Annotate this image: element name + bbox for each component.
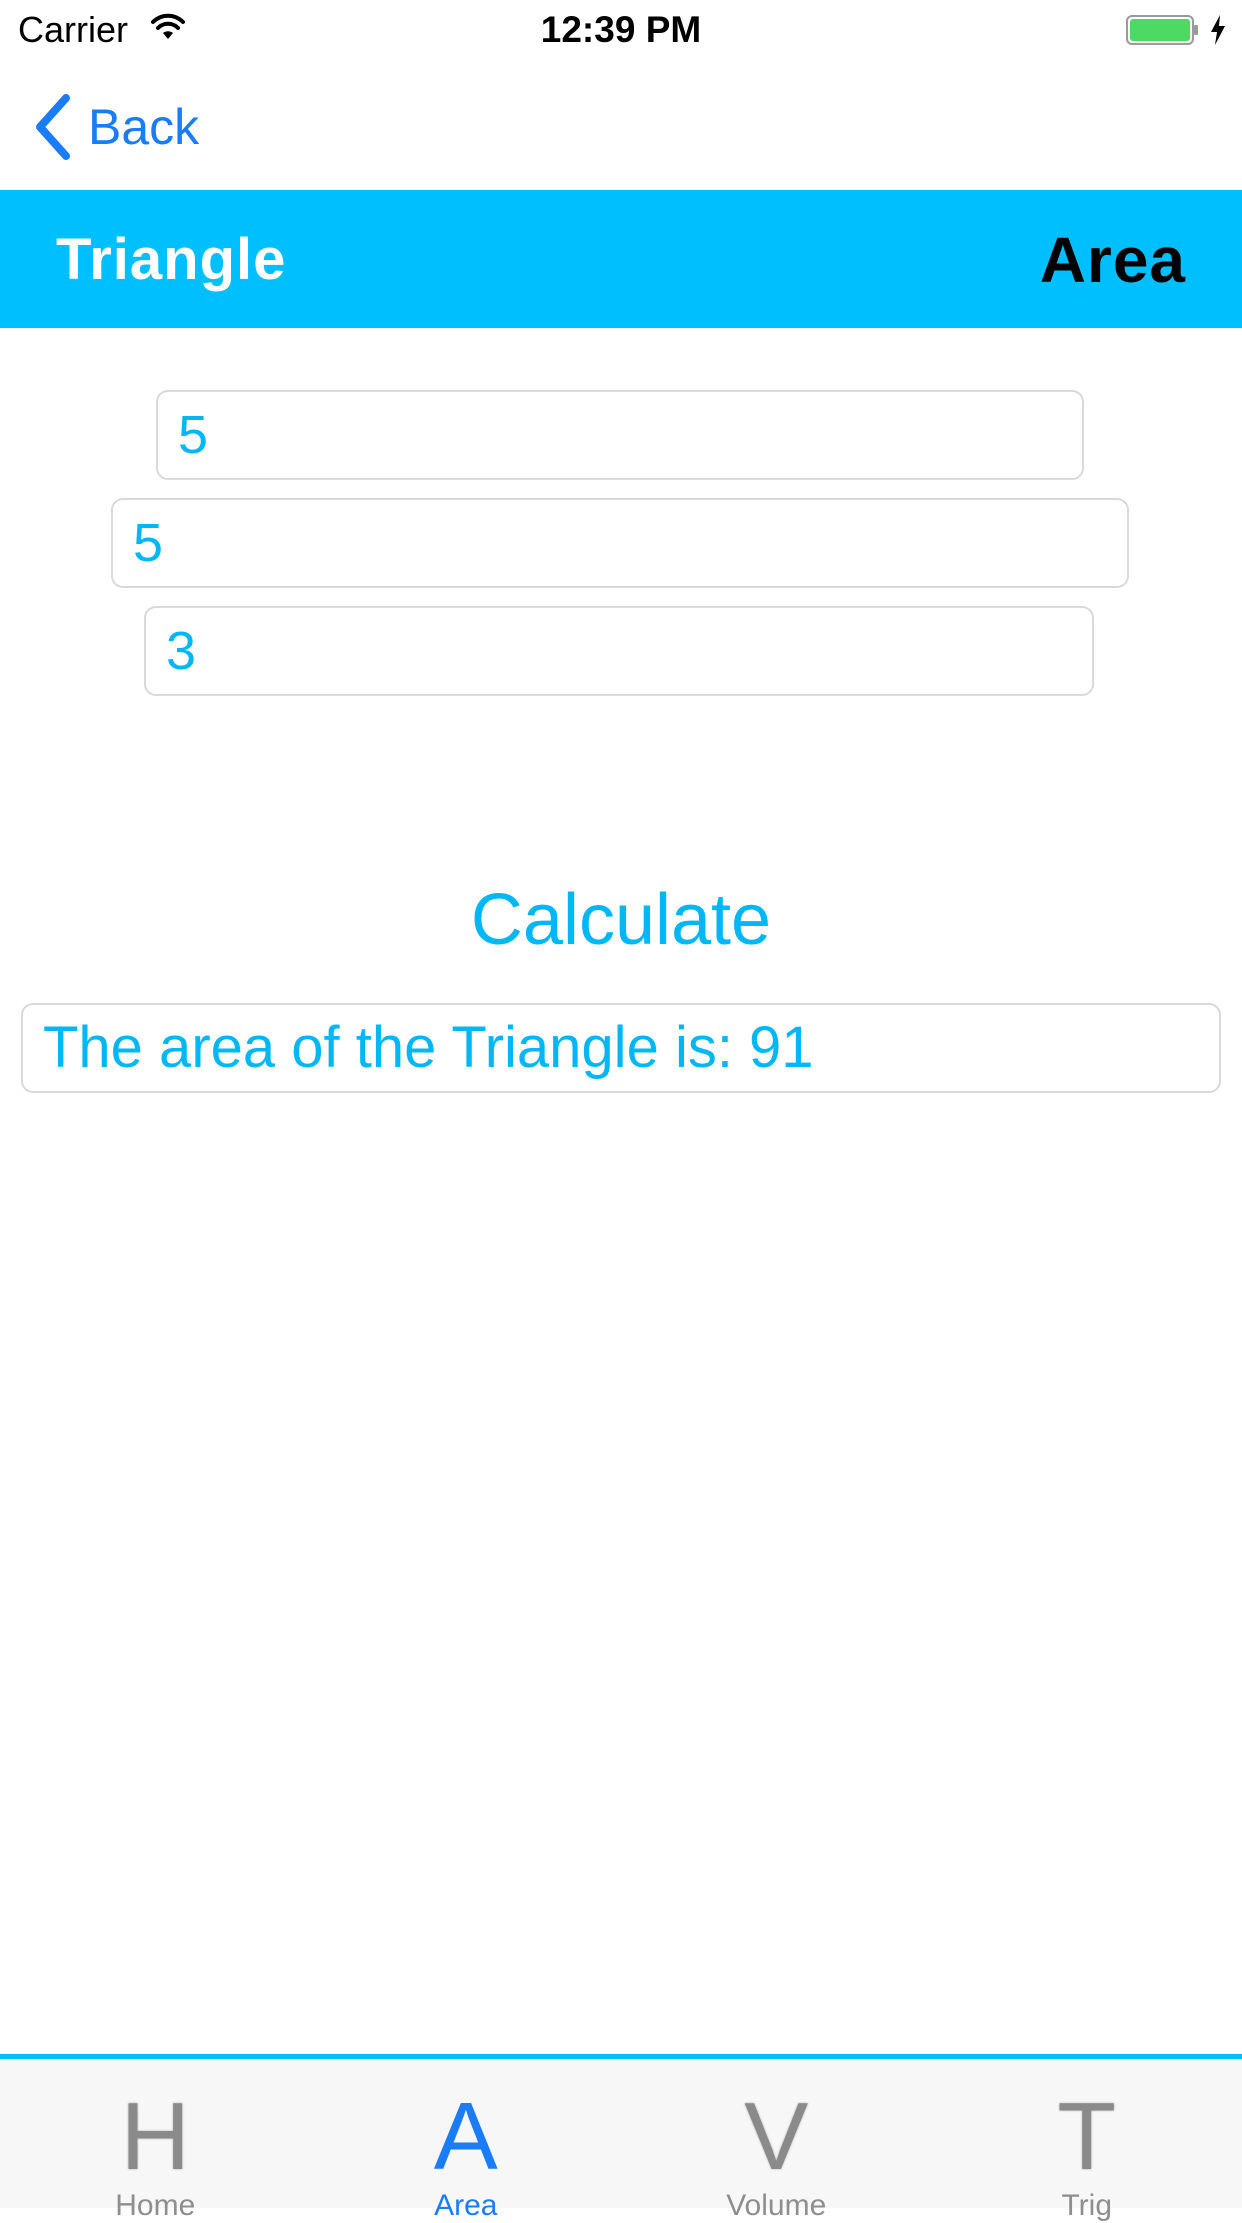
tab-label: Home [115, 2189, 195, 2223]
volume-letter-icon: V [744, 2089, 808, 2185]
chevron-left-icon [30, 92, 74, 162]
home-letter-icon: H [121, 2089, 190, 2185]
tab-trig[interactable]: T Trig [932, 2059, 1242, 2208]
result-field: The area of the Triangle is: 91 [21, 1003, 1221, 1093]
navigation-bar: Back [0, 60, 1242, 190]
area-letter-icon: A [434, 2089, 498, 2185]
tab-volume[interactable]: V Volume [621, 2059, 932, 2208]
charging-bolt-icon [1208, 14, 1228, 46]
side-b-input[interactable] [111, 498, 1129, 588]
calculate-button[interactable]: Calculate [0, 870, 1242, 970]
tab-bar: H Home A Area V Volume T Trig [0, 2054, 1242, 2208]
header-banner: Triangle Area [0, 190, 1242, 328]
battery-icon [1126, 14, 1200, 46]
back-label: Back [88, 92, 199, 162]
tab-label: Trig [1061, 2189, 1112, 2223]
tab-label: Area [434, 2189, 497, 2223]
side-a-input[interactable] [156, 390, 1084, 480]
shape-title: Triangle [56, 230, 286, 290]
status-time: 12:39 PM [0, 10, 1242, 50]
tab-area[interactable]: A Area [311, 2059, 622, 2208]
side-c-input[interactable] [144, 606, 1094, 696]
back-button[interactable]: Back [30, 92, 199, 162]
tab-home[interactable]: H Home [0, 2059, 311, 2208]
status-bar: Carrier 12:39 PM [0, 0, 1242, 60]
tab-label: Volume [726, 2189, 826, 2223]
category-title: Area [1040, 228, 1186, 292]
trig-letter-icon: T [1057, 2089, 1116, 2185]
